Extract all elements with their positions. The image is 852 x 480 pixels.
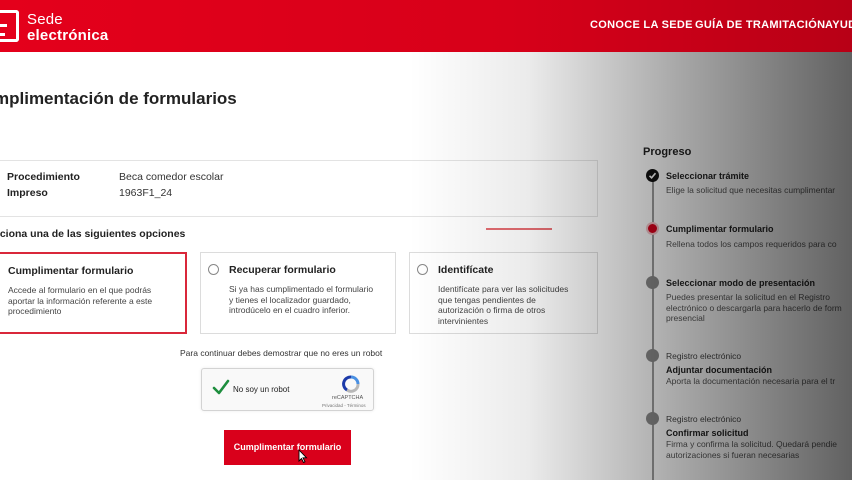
nav-conoce-la-sede[interactable]: CONOCE LA SEDE	[590, 19, 693, 31]
step-title: Seleccionar modo de presentación	[666, 278, 816, 288]
recaptcha-brand: reCAPTCHA	[332, 395, 364, 401]
procedure-label: Procedimiento	[7, 171, 80, 183]
step-description: Rellena todos los campos requeridos para…	[666, 239, 837, 249]
nav-ayuda[interactable]: AYUD	[825, 19, 852, 31]
step-title: Adjuntar documentación	[666, 365, 773, 375]
step-description: Elige la solicitud que necesitas cumplim…	[666, 185, 836, 195]
step-pending-icon	[646, 349, 659, 362]
step-title: Cumplimentar formulario	[666, 224, 774, 234]
page-title: mplimentación de formularios	[0, 89, 237, 108]
radio-button[interactable]	[208, 264, 219, 275]
progress-title: Progreso	[643, 146, 692, 158]
option-title: Identifícate	[438, 264, 494, 276]
logo-text-electronica[interactable]: electrónica	[27, 27, 108, 44]
option-title: Recuperar formulario	[229, 264, 336, 276]
recaptcha-logo-icon	[342, 375, 360, 393]
option-description: Si ya has cumplimentado el formulario y …	[229, 284, 374, 315]
option-cumplimentar-formulario[interactable]: Cumplimentar formulario Accede al formul…	[0, 252, 187, 334]
captcha-prompt: Para continuar debes demostrar que no er…	[180, 348, 383, 358]
form-value: 1963F1_24	[119, 187, 173, 199]
mouse-cursor-icon	[298, 449, 308, 463]
option-recuperar-formulario[interactable]: Recuperar formulario Si ya has cumplimen…	[200, 252, 396, 334]
options-heading: cciona una de las siguientes opciones	[0, 228, 186, 240]
option-identificate[interactable]: Identifícate Identifícate para ver las s…	[409, 252, 598, 334]
option-description: Identifícate para ver las solicitudes qu…	[438, 284, 569, 326]
procedure-value: Beca comedor escolar	[119, 171, 224, 183]
option-description: Accede al formulario en el que podrás ap…	[8, 285, 153, 316]
step-subtitle: Registro electrónico	[666, 351, 742, 361]
checkmark-icon[interactable]	[212, 378, 230, 396]
step-description: Puedes presentar la solicitud en el Regi…	[666, 292, 842, 323]
form-label: Impreso	[7, 187, 48, 199]
cumplimentar-formulario-button[interactable]: Cumplimentar formulario	[224, 430, 351, 465]
step-title: Confirmar solicitud	[666, 428, 749, 438]
nav-guia-tramitacion[interactable]: GUÍA DE TRAMITACIÓN	[695, 19, 825, 31]
step-done-icon	[646, 169, 659, 182]
step-pending-icon	[646, 412, 659, 425]
recaptcha-widget[interactable]: No soy un robot reCAPTCHA Privacidad - T…	[201, 368, 374, 411]
step-current-icon	[646, 222, 659, 235]
option-title: Cumplimentar formulario	[8, 265, 134, 277]
procedure-info-box: Procedimiento Beca comedor escolar Impre…	[0, 160, 598, 217]
step-description: Aporta la documentación necesaria para e…	[666, 376, 836, 386]
radio-button[interactable]	[417, 264, 428, 275]
captcha-label: No soy un robot	[233, 385, 290, 394]
decorative-red-line	[486, 228, 552, 230]
step-pending-icon	[646, 276, 659, 289]
step-subtitle: Registro electrónico	[666, 414, 742, 424]
recaptcha-links[interactable]: Privacidad - Términos	[322, 403, 366, 408]
top-header: Sede electrónica CONOCE LA SEDE GUÍA DE …	[0, 0, 852, 52]
sede-logo-icon[interactable]	[0, 10, 19, 42]
step-description: Firma y confirma la solicitud. Quedará p…	[666, 439, 838, 460]
step-title: Seleccionar trámite	[666, 171, 750, 181]
logo-text-sede[interactable]: Sede	[27, 11, 63, 28]
